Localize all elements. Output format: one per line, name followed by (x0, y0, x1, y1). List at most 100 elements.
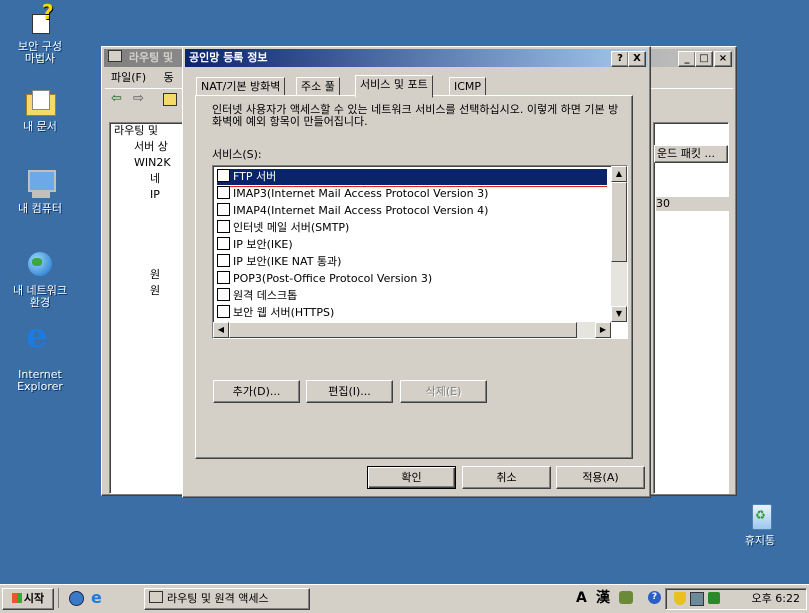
column-header[interactable]: 운드 패킷 ... (654, 145, 728, 163)
ok-button[interactable]: 확인 (367, 466, 456, 489)
service-name: 원격 데스크톱 (233, 289, 298, 302)
tab-services-ports[interactable]: 서비스 및 포트 (355, 75, 433, 98)
security-shield-icon[interactable] (674, 592, 686, 605)
service-name: 인터넷 메일 서버(SMTP) (233, 221, 350, 234)
console-tree[interactable]: 라우팅 및 서버 상 WIN2K 네 IP 원 원 (109, 122, 191, 494)
list-item[interactable]: 원격 데스크톱 (217, 288, 607, 304)
ime-settings-icon[interactable] (619, 591, 633, 604)
show-desktop-icon[interactable] (69, 591, 84, 606)
service-name: IP 보안(IKE NAT 통과) (233, 255, 342, 268)
list-item[interactable]: IMAP4(Internet Mail Access Protocol Vers… (217, 203, 607, 219)
taskbar-button-routing[interactable]: 라우팅 및 원격 액세스 (144, 588, 310, 610)
horizontal-scrollbar[interactable]: ◀ ▶ (213, 322, 611, 338)
scroll-up-icon[interactable]: ▲ (611, 166, 627, 182)
checkbox[interactable] (217, 237, 230, 250)
network-icon[interactable] (690, 592, 704, 606)
desktop-icon-label: 내 컴퓨터 (18, 202, 62, 215)
volume-icon[interactable] (708, 592, 720, 604)
close-button[interactable]: X (628, 51, 646, 67)
checkbox[interactable] (217, 186, 230, 199)
list-item[interactable]: POP3(Post-Office Protocol Version 3) (217, 271, 607, 287)
service-name: FTP 서버 (233, 170, 277, 183)
checkbox[interactable] (217, 305, 230, 318)
tab-nat-firewall[interactable]: NAT/기본 방화벽 (196, 77, 286, 97)
delete-button[interactable]: 삭제(E) (400, 380, 487, 403)
checkbox[interactable] (217, 288, 230, 301)
edit-button[interactable]: 편집(I)... (306, 380, 393, 403)
tree-item[interactable]: 원 (110, 267, 190, 283)
scroll-thumb[interactable] (229, 322, 577, 338)
checkbox[interactable] (217, 169, 230, 182)
list-item[interactable]: IMAP3(Internet Mail Access Protocol Vers… (217, 186, 607, 202)
close-button[interactable]: × (714, 51, 732, 67)
routing-app-icon (149, 591, 163, 603)
add-button[interactable]: 추가(D)... (213, 380, 300, 403)
services-label: 서비스(S): (212, 148, 262, 161)
tree-item[interactable]: 서버 상 (110, 139, 190, 155)
up-folder-icon[interactable] (163, 93, 177, 106)
tree-item[interactable] (110, 251, 190, 267)
tree-item[interactable] (110, 203, 190, 219)
tree-item[interactable]: 네 (110, 171, 190, 187)
system-tray: 오후 6:22 (665, 588, 807, 610)
list-item[interactable]: 인터넷 메일 서버(SMTP) (217, 220, 607, 236)
folder-documents-icon (24, 86, 56, 118)
details-pane[interactable]: 운드 패킷 ... 30 (653, 122, 732, 494)
desktop-icon-my-documents[interactable]: 내 문서 (2, 86, 78, 133)
maximize-button[interactable]: □ (695, 51, 713, 67)
details-value: 30 (656, 197, 732, 211)
scroll-down-icon[interactable]: ▼ (611, 306, 627, 322)
desktop-icon-security-wizard[interactable]: ? 보안 구성 마법사 (2, 2, 78, 65)
back-arrow-icon[interactable]: ⇦ (111, 91, 122, 106)
routing-window-app-icon (108, 50, 122, 62)
help-button[interactable]: ? (611, 51, 629, 67)
scroll-thumb[interactable] (611, 182, 627, 262)
tree-item[interactable]: WIN2K (110, 155, 190, 171)
checkbox[interactable] (217, 254, 230, 267)
apply-button[interactable]: 적용(A) (556, 466, 645, 489)
list-item[interactable]: FTP 서버 (217, 169, 607, 187)
ime-mode-a[interactable]: A (576, 588, 587, 608)
services-list[interactable]: FTP 서버 IMAP3(Internet Mail Access Protoc… (212, 165, 628, 339)
recycle-bin-icon: ♻ (744, 500, 776, 532)
tab-icmp[interactable]: ICMP (449, 77, 487, 97)
scroll-right-icon[interactable]: ▶ (595, 322, 611, 338)
desktop-icon-my-computer[interactable]: 내 컴퓨터 (2, 168, 78, 215)
list-item[interactable]: IP 보안(IKE) (217, 237, 607, 253)
menu-action[interactable]: 동 (164, 71, 174, 84)
vertical-scrollbar[interactable]: ▲ ▼ (611, 166, 627, 322)
checkbox[interactable] (217, 220, 230, 233)
ime-hanja[interactable]: 漢 (596, 588, 610, 608)
dialog-titlebar[interactable]: 공인망 등록 정보 ? X (185, 49, 648, 67)
desktop-icon-internet-explorer[interactable]: e Internet Explorer (2, 319, 78, 393)
properties-dialog[interactable]: 공인망 등록 정보 ? X NAT/기본 방화벽 주소 풀 서비스 및 포트 I… (182, 46, 651, 498)
tab-address-pool[interactable]: 주소 풀 (296, 77, 340, 97)
tree-item[interactable] (110, 219, 190, 235)
cancel-button[interactable]: 취소 (462, 466, 551, 489)
windows-logo-icon (11, 593, 22, 603)
checkbox[interactable] (217, 203, 230, 216)
desktop-icon-network[interactable]: 내 네트워크 환경 (2, 250, 78, 309)
forward-arrow-icon[interactable]: ⇨ (133, 91, 144, 106)
tree-item[interactable]: IP (110, 187, 190, 203)
minimize-button[interactable]: _ (678, 51, 696, 67)
internet-explorer-icon[interactable]: e (91, 588, 102, 607)
list-item[interactable]: 보안 웹 서버(HTTPS) (217, 305, 607, 321)
tree-item[interactable] (110, 235, 190, 251)
service-name: IMAP4(Internet Mail Access Protocol Vers… (233, 204, 489, 217)
services-tab-page: 인터넷 사용자가 액세스할 수 있는 네트워크 서비스를 선택하십시오. 이렇게… (195, 95, 633, 459)
help-icon[interactable]: ? (648, 591, 661, 604)
tree-item[interactable]: 원 (110, 283, 190, 299)
tree-item[interactable]: 라우팅 및 (110, 123, 190, 139)
checkbox[interactable] (217, 271, 230, 284)
dialog-title: 공인망 등록 정보 (189, 51, 268, 64)
desktop-icon-recycle-bin[interactable]: ♻ 휴지통 (722, 500, 798, 547)
service-name: IP 보안(IKE) (233, 238, 293, 251)
list-item[interactable]: IP 보안(IKE NAT 통과) (217, 254, 607, 270)
clock[interactable]: 오후 6:22 (752, 589, 800, 609)
network-globe-icon (24, 250, 56, 282)
scroll-left-icon[interactable]: ◀ (213, 322, 229, 338)
menu-file[interactable]: 파일(F) (111, 71, 146, 84)
start-button[interactable]: 시작 (2, 588, 54, 610)
task-label: 라우팅 및 원격 액세스 (167, 592, 269, 605)
